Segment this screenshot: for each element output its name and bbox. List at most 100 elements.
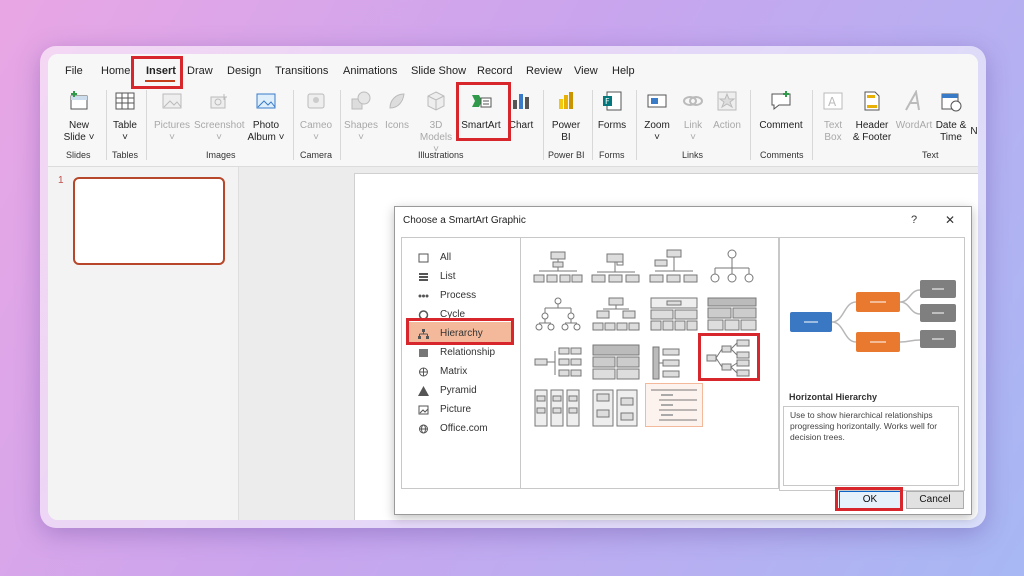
layout-lined-list[interactable] xyxy=(649,343,699,383)
chart-icon xyxy=(513,94,529,109)
pictures-button[interactable]: Pictures ˅ xyxy=(152,90,192,144)
tab-record[interactable]: Record xyxy=(477,65,512,77)
power-bi-label: Power xyxy=(551,120,581,131)
slide-number: 1 xyxy=(58,175,64,186)
text-box-icon: A xyxy=(823,92,843,110)
shapes-button[interactable]: Shapes ˅ xyxy=(344,90,378,144)
3d-models-button[interactable]: 3D Models ˅ xyxy=(416,90,456,156)
forms-button[interactable]: F Forms xyxy=(596,90,628,132)
layout-horizontal-hierarchy[interactable] xyxy=(705,338,755,378)
wordart-label: WordArt xyxy=(895,120,933,131)
separator xyxy=(812,90,813,160)
screenshot-icon xyxy=(210,94,227,109)
layout-half-circle-org-chart[interactable] xyxy=(649,248,699,288)
separator xyxy=(293,90,294,160)
group-forms-label: Forms xyxy=(599,150,625,160)
table-button[interactable]: Table ˅ xyxy=(110,90,140,144)
svg-text:F: F xyxy=(605,97,610,106)
group-links-label: Links xyxy=(682,150,704,160)
action-label: Action xyxy=(713,120,741,131)
pictures-icon xyxy=(162,93,182,109)
smartart-dialog: Choose a SmartArt Graphic ? ✕ All List P… xyxy=(394,206,972,515)
table-dropdown-icon: ˅ xyxy=(122,132,128,143)
layout-vertical-hierarchy[interactable] xyxy=(591,388,641,428)
layout-vertical-org-chart[interactable] xyxy=(533,388,583,428)
photo-album-button[interactable]: Photo Album ˅ xyxy=(246,90,286,144)
relationship-icon xyxy=(419,349,428,357)
svg-text:A: A xyxy=(828,95,837,109)
3d-models-label: 3D xyxy=(429,120,443,131)
layout-labeled-hierarchy[interactable] xyxy=(591,296,641,336)
tab-animations[interactable]: Animations xyxy=(343,65,397,77)
header-footer-label: Header xyxy=(855,120,889,131)
category-list: All List Process Cycle Hierarchy Relatio… xyxy=(401,237,521,489)
screenshot-dropdown-icon: ˅ xyxy=(216,132,222,143)
date-time-label-2: Time xyxy=(940,132,962,143)
hierarchy-highlight xyxy=(406,318,514,345)
ok-button-highlight xyxy=(835,487,903,511)
comment-label: Comment xyxy=(759,120,803,131)
tab-review[interactable]: Review xyxy=(526,65,562,77)
layout-name-and-title-org-chart[interactable] xyxy=(591,248,641,288)
tab-help[interactable]: Help xyxy=(612,65,635,77)
action-button[interactable]: Action xyxy=(710,90,744,132)
layout-circle-picture-hierarchy[interactable] xyxy=(707,248,757,288)
table-icon xyxy=(115,92,135,110)
power-bi-button[interactable]: Power BI xyxy=(548,90,584,144)
close-button[interactable]: ✕ xyxy=(945,213,955,227)
separator xyxy=(146,90,147,160)
layout-architecture-layout[interactable] xyxy=(707,296,757,336)
list-icon xyxy=(419,273,428,281)
icons-label: Icons xyxy=(385,120,409,131)
horizontal-hierarchy-preview xyxy=(790,280,956,352)
text-box-label: Text xyxy=(823,120,843,131)
layout-hierarchy[interactable] xyxy=(533,296,583,336)
layout-hierarchy-list[interactable] xyxy=(591,343,641,383)
cancel-button[interactable]: Cancel xyxy=(906,491,964,509)
new-slide-icon xyxy=(70,91,88,110)
layout-gallery xyxy=(520,237,779,489)
new-slide-label-2: Slide ˅ xyxy=(63,132,95,143)
preview-description: Use to show hierarchical relationships p… xyxy=(783,406,959,486)
tab-transitions[interactable]: Transitions xyxy=(275,65,328,77)
dialog-title: Choose a SmartArt Graphic xyxy=(403,215,526,226)
tab-draw[interactable]: Draw xyxy=(187,65,213,77)
calendar-icon xyxy=(941,93,962,112)
wordart-button[interactable]: WordArt xyxy=(894,89,934,132)
group-power-bi-label: Power BI xyxy=(548,150,585,160)
truncated-ribbon-label: N xyxy=(970,126,978,137)
tab-view[interactable]: View xyxy=(574,65,598,77)
header-footer-button[interactable]: Header & Footer xyxy=(850,90,894,144)
zoom-label: Zoom xyxy=(644,120,670,131)
separator xyxy=(636,90,637,160)
icons-button[interactable]: Icons xyxy=(382,90,412,132)
screenshot-button[interactable]: Screenshot ˅ xyxy=(194,90,245,144)
table-label: Table xyxy=(113,120,137,131)
comment-button[interactable]: Comment xyxy=(756,90,806,132)
tab-design[interactable]: Design xyxy=(227,65,261,77)
slide-thumbnail[interactable] xyxy=(73,177,225,265)
layout-lined-list-hover[interactable] xyxy=(649,386,699,426)
zoom-button[interactable]: Zoom ˅ xyxy=(640,90,674,144)
tab-file[interactable]: File xyxy=(65,65,83,77)
action-icon xyxy=(717,91,737,111)
globe-icon xyxy=(419,424,428,434)
text-box-button[interactable]: A Text Box xyxy=(818,90,848,144)
tab-slide-show[interactable]: Slide Show xyxy=(411,65,466,77)
link-label: Link xyxy=(683,120,703,131)
new-slide-button[interactable]: New Slide ˅ xyxy=(61,90,97,144)
tab-home[interactable]: Home xyxy=(101,65,130,77)
layout-organization-chart[interactable] xyxy=(533,248,583,288)
layout-horizontal-org-chart[interactable] xyxy=(533,343,583,383)
layout-table-hierarchy[interactable] xyxy=(649,296,699,336)
group-tables-label: Tables xyxy=(112,150,139,160)
power-bi-label-2: BI xyxy=(561,132,571,143)
comment-icon xyxy=(771,91,791,111)
help-button[interactable]: ? xyxy=(911,214,917,226)
date-time-button[interactable]: Date & Time xyxy=(934,90,968,144)
cameo-button[interactable]: Cameo ˅ xyxy=(298,90,334,144)
link-button[interactable]: Link ˅ xyxy=(678,90,708,144)
cameo-label: Cameo xyxy=(299,120,333,131)
date-time-label: Date & xyxy=(935,120,967,131)
wordart-icon xyxy=(905,89,920,111)
